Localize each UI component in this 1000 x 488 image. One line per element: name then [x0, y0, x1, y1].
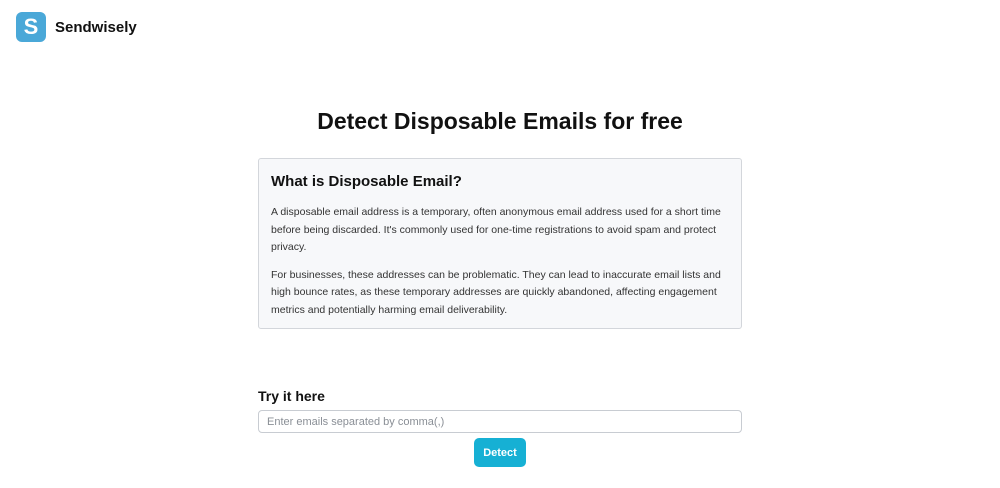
info-panel: What is Disposable Email? A disposable e… [258, 158, 742, 329]
detect-button[interactable]: Detect [474, 438, 526, 467]
brand-name[interactable]: Sendwisely [55, 19, 137, 36]
try-it-label: Try it here [258, 388, 325, 404]
info-heading: What is Disposable Email? [271, 173, 462, 190]
app-header: S Sendwisely [16, 12, 137, 42]
page-title: Detect Disposable Emails for free [317, 108, 683, 134]
email-input[interactable] [258, 410, 742, 433]
info-paragraph-definition: A disposable email address is a temporar… [271, 206, 721, 253]
sendwisely-logo-icon[interactable]: S [16, 12, 46, 42]
info-paragraph-business: For businesses, these addresses can be p… [271, 268, 721, 316]
